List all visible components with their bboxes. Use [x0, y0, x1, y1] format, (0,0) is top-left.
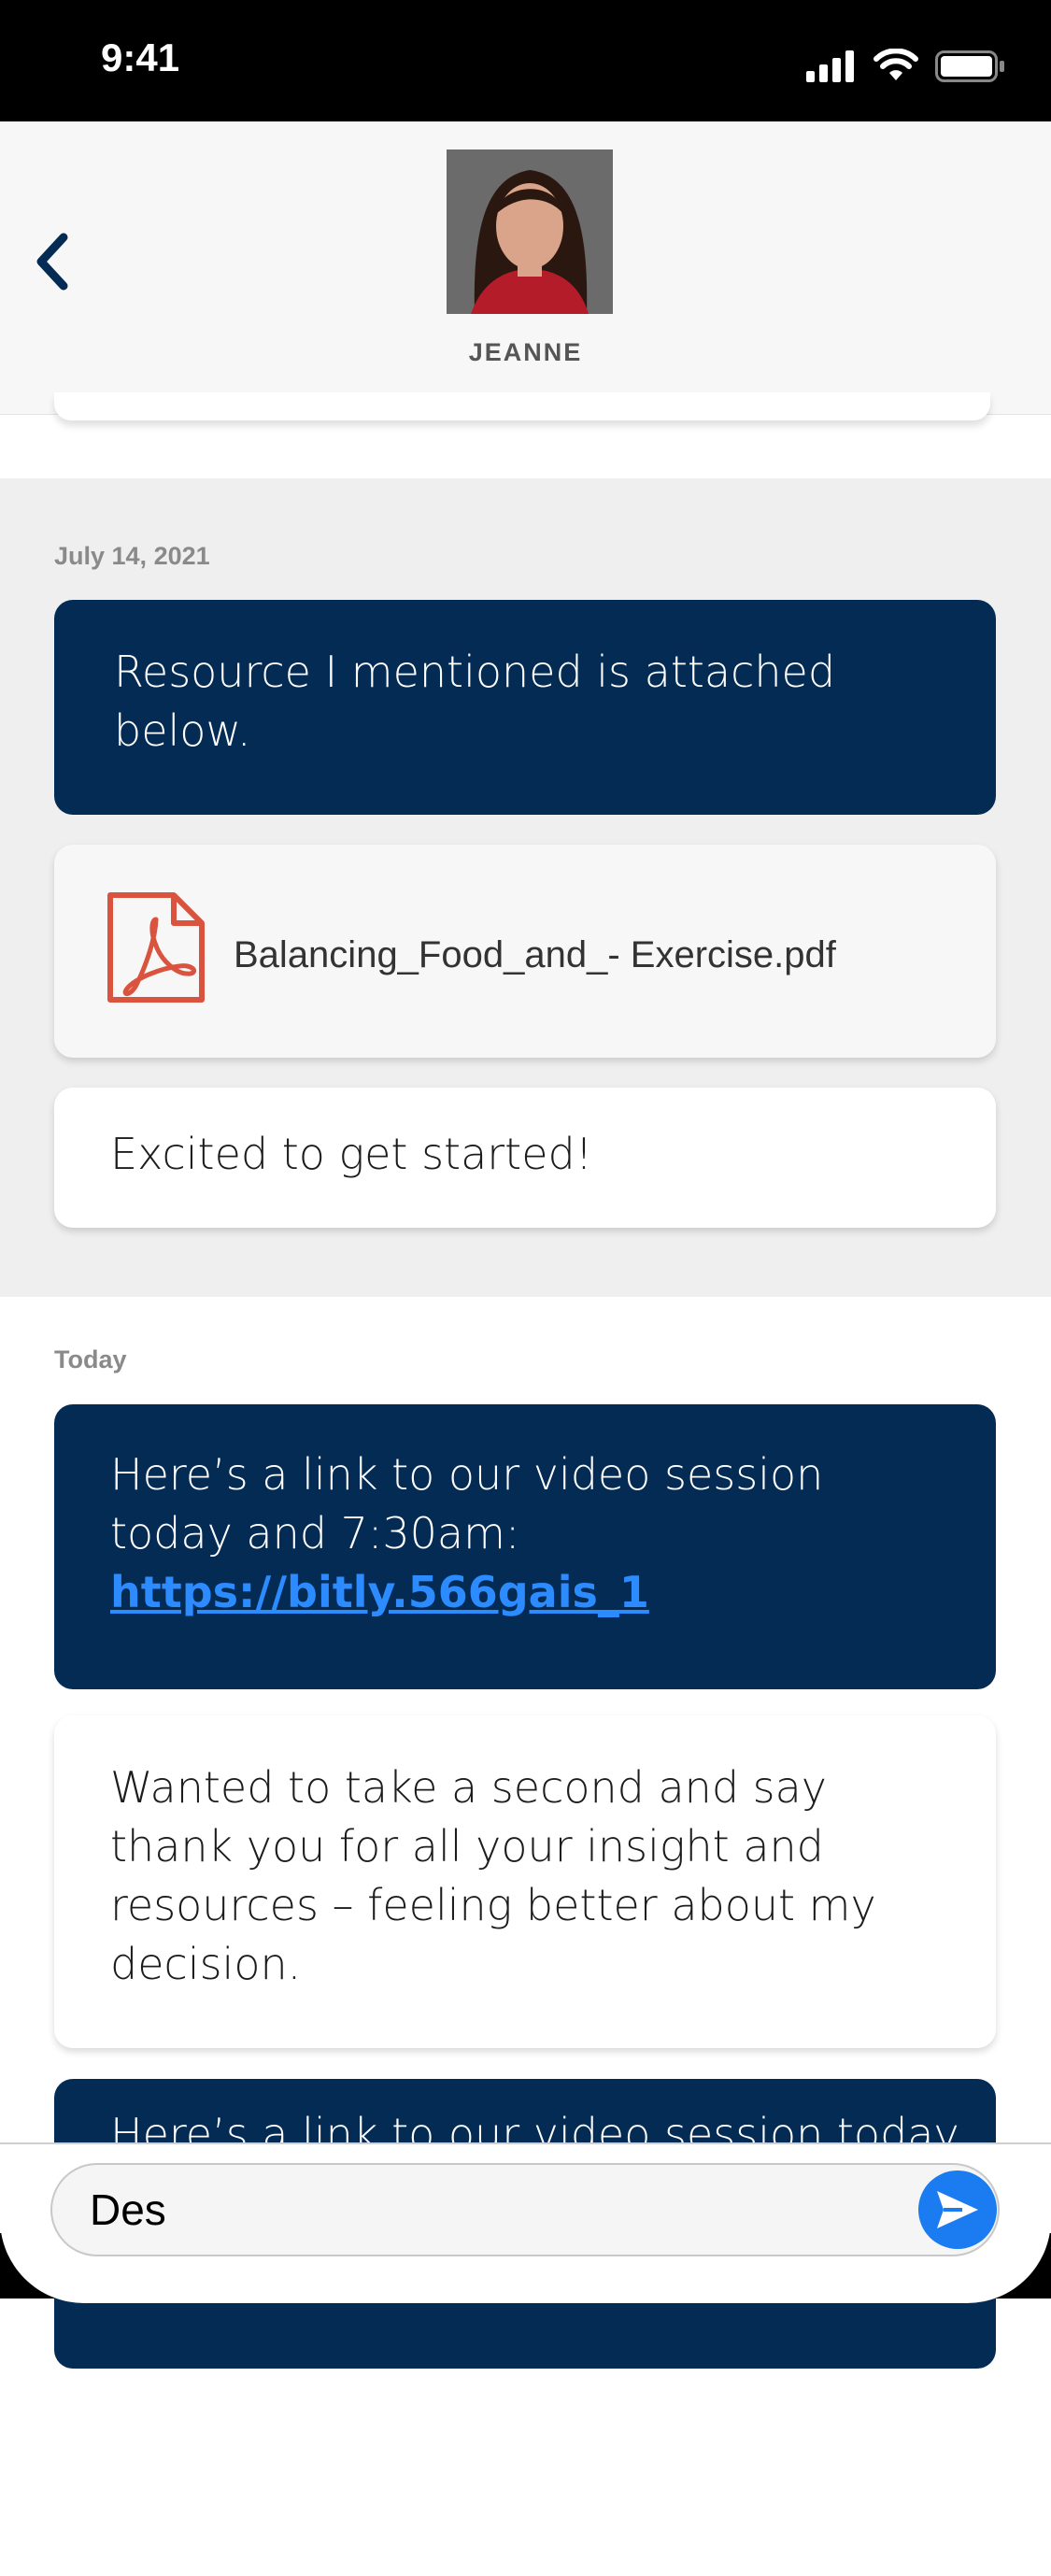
status-bar: 9:41 [0, 0, 1051, 121]
date-separator: July 14, 2021 [54, 542, 210, 570]
message-text: Here’s a link to our video session today… [110, 1449, 824, 1558]
message-text: Excited to get started! [110, 1129, 593, 1179]
pdf-attachment[interactable]: Balancing_Food_and_- Exercise.pdf [54, 845, 996, 1058]
sent-message-bubble[interactable]: Here’s a link to our video session today… [54, 1404, 996, 1689]
contact-name: JEANNE [468, 338, 583, 366]
received-message-bubble[interactable]: Excited to get started! [54, 1088, 996, 1228]
message-text: Resource I mentioned is attached below. [114, 647, 836, 756]
battery-icon [935, 50, 1004, 82]
signal-icon [806, 50, 854, 82]
status-time: 9:41 [101, 36, 180, 79]
avatar-image [447, 149, 613, 314]
back-button[interactable] [34, 224, 90, 299]
chat-header: JEANNE [0, 121, 1051, 415]
chevron-left-icon [36, 233, 68, 291]
avatar[interactable] [447, 149, 613, 314]
message-text: Wanted to take a second and say thank yo… [110, 1762, 876, 1989]
received-message-bubble[interactable]: Wanted to take a second and say thank yo… [54, 1715, 996, 2048]
date-separator: Today [54, 1345, 127, 1373]
sent-message-bubble[interactable]: Resource I mentioned is attached below. [54, 600, 996, 815]
attachment-filename: Balancing_Food_and_- Exercise.pdf [234, 934, 836, 975]
message-composer [0, 2142, 1051, 2303]
session-link[interactable]: https://bitly.566gais_1 [110, 1567, 649, 1617]
pdf-icon [107, 892, 205, 1003]
send-icon [937, 2191, 978, 2228]
message-input[interactable] [50, 2163, 1000, 2256]
send-button[interactable] [918, 2170, 997, 2249]
wifi-icon [873, 49, 918, 80]
previous-message-card [54, 392, 990, 420]
